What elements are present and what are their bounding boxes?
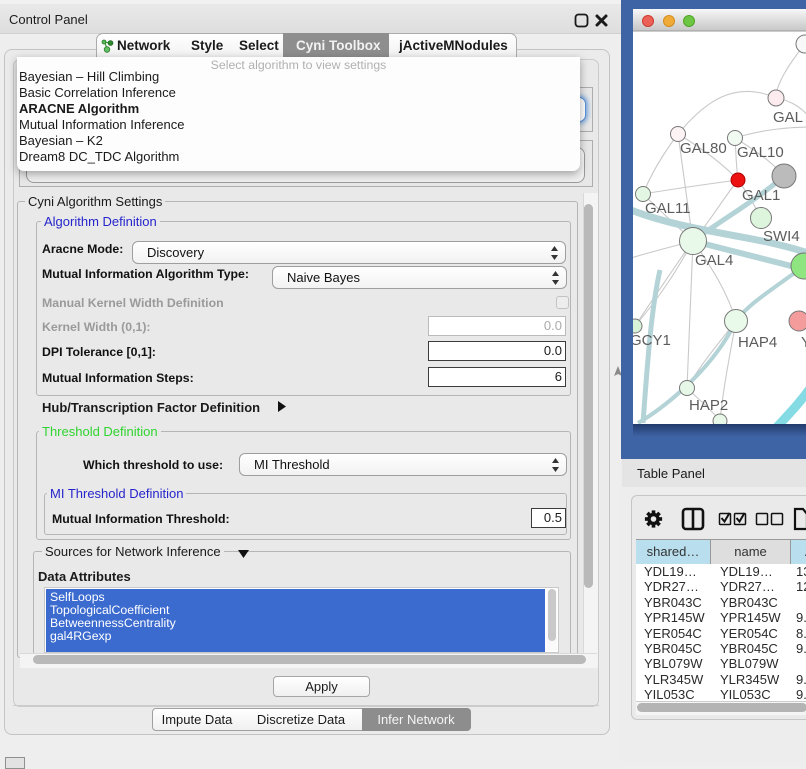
svg-text:GAL11: GAL11 bbox=[645, 200, 691, 217]
svg-text:GAL1: GAL1 bbox=[742, 187, 780, 204]
svg-text:SWI4: SWI4 bbox=[763, 228, 800, 245]
svg-text:GAL4: GAL4 bbox=[695, 252, 733, 269]
svg-text:GCY1: GCY1 bbox=[633, 332, 671, 349]
svg-text:GAL: GAL bbox=[773, 109, 803, 126]
svg-text:Y: Y bbox=[801, 334, 806, 351]
svg-text:GAL80: GAL80 bbox=[680, 140, 727, 157]
svg-text:HAP2: HAP2 bbox=[689, 397, 728, 414]
svg-text:GAL10: GAL10 bbox=[737, 144, 784, 161]
svg-text:HAP4: HAP4 bbox=[738, 334, 777, 351]
